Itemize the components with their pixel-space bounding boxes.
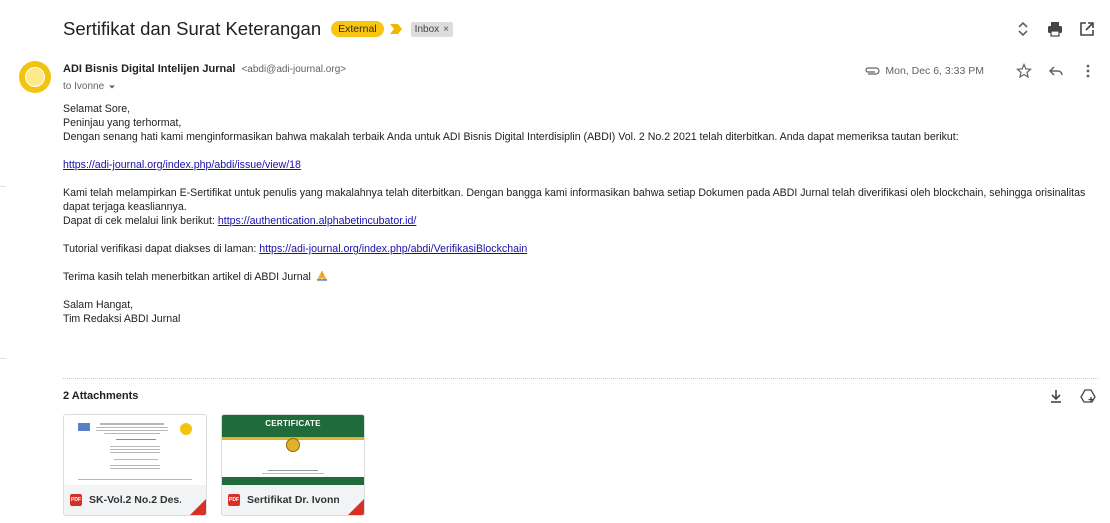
reply-icon[interactable] [1048,63,1064,79]
avatar-logo [25,67,45,87]
attachment-card[interactable]: CERTIFICATE PDF Sertifikat Dr. Ivonn... [221,414,365,516]
attachments-divider [63,378,1098,379]
tutorial-prefix: Tutorial verifikasi dapat diakses di lam… [63,243,260,255]
sender-name[interactable]: ADI Bisnis Digital Intelijen Jurnal [63,63,235,75]
download-icon[interactable] [1048,388,1064,404]
certificate-bottom-band [222,477,364,485]
print-icon[interactable] [1046,20,1064,38]
tutorial-link[interactable]: https://adi-journal.org/index.php/abdi/V… [259,243,527,255]
sender-email: <abdi@adi-journal.org> [241,64,347,75]
recipient-line[interactable]: to Ivonne [63,81,116,92]
intro-paragraph: Dengan senang hati kami menginformasikan… [63,131,959,143]
check-prefix: Dapat di cek melalui link berikut: [63,215,218,227]
authentication-link[interactable]: https://authentication.alphabetincubator… [218,215,416,227]
pdf-corner-marker [190,499,206,515]
salutation: Peninjau yang terhormat, [63,117,182,129]
more-vert-icon[interactable] [1080,63,1096,79]
expand-collapse-icon[interactable] [1014,20,1032,38]
signature: Tim Redaksi ABDI Jurnal [63,313,181,325]
closing: Salam Hangat, [63,299,134,311]
dropdown-caret-icon[interactable] [108,83,116,91]
attachments-title: 2 Attachments [63,390,139,402]
tutorial-line: Tutorial verifikasi dapat diakses di lam… [63,242,1103,256]
check-line: Dapat di cek melalui link berikut: https… [63,214,1103,228]
message-body: Selamat Sore, Peninjau yang terhormat, D… [63,102,1103,326]
attachment-filename: Sertifikat Dr. Ivonn... [247,494,339,506]
pdf-icon: PDF [228,494,240,506]
doc-logo [78,423,90,431]
sender-avatar[interactable] [19,61,51,93]
email-subject: Sertifikat dan Surat Keterangan [63,18,322,39]
attachment-thumbnail: CERTIFICATE [222,415,364,485]
thread-edge-mark [0,186,6,187]
external-label: External [331,21,384,37]
attachments-actions [1048,388,1096,404]
attachment-clip-icon [865,67,880,75]
attachment-footer: PDF SK-Vol.2 No.2 Des... [64,485,206,515]
inbox-label: Inbox × [410,21,453,37]
attachment-footer: PDF Sertifikat Dr. Ivonn... [222,485,364,515]
subject-row: Sertifikat dan Surat Keterangan External… [63,16,453,42]
greeting: Selamat Sore, [63,103,131,115]
certificate-title: CERTIFICATE [265,419,321,428]
inbox-label-text: Inbox [414,23,440,35]
pdf-icon: PDF [70,494,82,506]
sender-line: ADI Bisnis Digital Intelijen Jurnal <abd… [63,63,346,75]
star-icon[interactable] [1016,63,1032,79]
add-to-drive-icon[interactable] [1080,388,1096,404]
thread-edge-mark [0,358,6,359]
recipient-text: to Ivonne [63,81,105,92]
open-in-new-icon[interactable] [1078,20,1096,38]
message-meta: Mon, Dec 6, 3:33 PM [864,63,1096,79]
pdf-corner-marker [348,499,364,515]
attachment-thumbnail [64,415,206,485]
attachment-card[interactable]: PDF SK-Vol.2 No.2 Des... [63,414,207,516]
folded-hands-emoji-icon [316,271,327,281]
message-date: Mon, Dec 6, 3:33 PM [885,65,984,77]
certificate-paragraph: Kami telah melampirkan E-Sertifikat untu… [63,187,1086,213]
remove-label-button[interactable]: × [443,24,449,35]
thanks-line: Terima kasih telah menerbitkan artikel d… [63,270,1103,284]
attachment-filename: SK-Vol.2 No.2 Des... [89,494,181,506]
doc-seal [180,423,192,435]
importance-marker-icon[interactable] [389,23,403,35]
certificate-seal [286,438,300,452]
thread-toolbar [1014,20,1096,38]
thanks-text: Terima kasih telah menerbitkan artikel d… [63,271,311,283]
issue-link[interactable]: https://adi-journal.org/index.php/abdi/i… [63,159,301,171]
